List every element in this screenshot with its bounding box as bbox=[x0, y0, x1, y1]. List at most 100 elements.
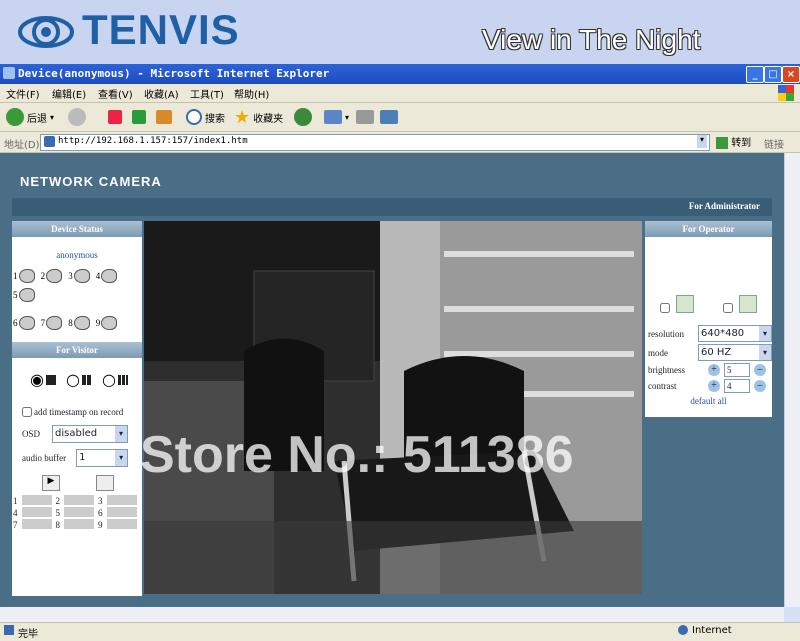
grid-slot[interactable] bbox=[106, 495, 137, 505]
horizontal-scrollbar[interactable] bbox=[0, 607, 784, 622]
minimize-button[interactable]: _ bbox=[746, 66, 764, 83]
single-view-icon bbox=[45, 375, 56, 385]
go-label: 转到 bbox=[731, 138, 752, 149]
links-button[interactable]: 链接 bbox=[764, 136, 784, 151]
camera-3[interactable]: 3 bbox=[68, 269, 90, 283]
layout-quad-option[interactable]: ○ bbox=[66, 370, 92, 389]
flip-checkbox[interactable] bbox=[659, 303, 670, 313]
grid-slot[interactable] bbox=[64, 495, 94, 505]
grid-slot[interactable] bbox=[21, 519, 52, 529]
default-all-link[interactable]: default all bbox=[645, 396, 772, 406]
camera-number: 7 bbox=[40, 318, 46, 328]
home-button[interactable] bbox=[156, 105, 172, 129]
address-label: 地址(D) bbox=[4, 140, 40, 151]
menu-favorites[interactable]: 收藏(A) bbox=[144, 86, 179, 101]
grid-label: 1 bbox=[13, 496, 18, 506]
mail-button[interactable]: ▾ bbox=[324, 105, 349, 129]
camera-icon bbox=[18, 269, 35, 283]
minus-icon[interactable]: – bbox=[754, 364, 766, 376]
audio-row: audio buffer 1 ▾ bbox=[22, 449, 142, 467]
home-icon bbox=[156, 110, 172, 124]
back-button[interactable]: 后退 ▾ bbox=[6, 105, 54, 129]
camera-video-feed[interactable] bbox=[144, 221, 642, 594]
menu-view[interactable]: 查看(V) bbox=[98, 86, 133, 101]
grid-slot[interactable] bbox=[64, 507, 94, 517]
contrast-value[interactable]: 4 bbox=[724, 379, 750, 393]
layout-nine-option[interactable]: ○ bbox=[102, 370, 128, 389]
camera-icon bbox=[18, 316, 35, 330]
store-watermark: Store No.: 511386 bbox=[140, 426, 574, 484]
brightness-value[interactable]: 5 bbox=[724, 363, 750, 377]
grid-slot[interactable] bbox=[21, 507, 52, 517]
camera-list-row-2: 6 7 8 9 bbox=[13, 311, 142, 330]
menu-edit[interactable]: 编辑(E) bbox=[52, 86, 86, 101]
timestamp-checkbox[interactable] bbox=[22, 407, 32, 417]
grid-slot[interactable] bbox=[106, 507, 137, 517]
camera-9[interactable]: 9 bbox=[96, 316, 118, 330]
grid-label: 9 bbox=[98, 520, 103, 530]
maximize-button[interactable]: □ bbox=[764, 66, 782, 83]
camera-icon bbox=[73, 316, 90, 330]
page-done-icon bbox=[4, 625, 14, 635]
grid-slot[interactable] bbox=[106, 519, 137, 529]
forward-button[interactable] bbox=[68, 105, 86, 129]
mode-select[interactable]: 60 HZ ▾ bbox=[698, 344, 772, 361]
admin-link[interactable]: For Administrator bbox=[689, 201, 760, 211]
favorites-button[interactable]: ★ 收藏夹 bbox=[234, 105, 283, 129]
plus-icon[interactable]: + bbox=[708, 380, 720, 392]
grid-slot[interactable] bbox=[21, 495, 52, 505]
camera-icon bbox=[46, 269, 63, 283]
audio-buffer-select[interactable]: 1 ▾ bbox=[76, 449, 129, 467]
go-button[interactable]: 转到 bbox=[716, 134, 751, 149]
minus-icon[interactable]: – bbox=[754, 380, 766, 392]
play-icon[interactable]: ▶ bbox=[42, 475, 60, 491]
osd-value: disabled bbox=[55, 428, 98, 439]
brightness-row: brightness + 5 – bbox=[648, 363, 772, 377]
mode-row: mode 60 HZ ▾ bbox=[648, 344, 772, 361]
menu-file[interactable]: 文件(F) bbox=[6, 86, 40, 101]
stop-button[interactable] bbox=[108, 105, 122, 129]
camera-6[interactable]: 6 bbox=[13, 316, 35, 330]
audio-buffer-label: audio buffer bbox=[22, 453, 67, 463]
back-arrow-icon bbox=[6, 108, 24, 126]
camera-2[interactable]: 2 bbox=[41, 269, 63, 283]
osd-select[interactable]: disabled ▾ bbox=[52, 425, 129, 443]
menu-help[interactable]: 帮助(H) bbox=[234, 86, 269, 101]
resolution-select[interactable]: 640*480 ▾ bbox=[698, 325, 772, 342]
print-button[interactable] bbox=[356, 105, 374, 129]
plus-icon[interactable]: + bbox=[708, 364, 720, 376]
resolution-value: 640*480 bbox=[701, 328, 745, 339]
menu-tools[interactable]: 工具(T) bbox=[190, 86, 224, 101]
search-button[interactable]: 搜索 bbox=[186, 105, 225, 129]
history-button[interactable] bbox=[294, 105, 312, 129]
status-text: 完毕 bbox=[18, 629, 38, 640]
grid-slot[interactable] bbox=[64, 519, 94, 529]
camera-5[interactable]: 5 bbox=[13, 288, 35, 302]
mirror-option bbox=[723, 295, 758, 317]
camera-1[interactable]: 1 bbox=[13, 269, 35, 283]
layout-single-option[interactable]: ◉ bbox=[30, 370, 56, 389]
refresh-button[interactable] bbox=[132, 105, 146, 129]
camera-7[interactable]: 7 bbox=[41, 316, 63, 330]
camera-number: 2 bbox=[40, 271, 46, 281]
snapshot-camera-icon[interactable] bbox=[96, 475, 114, 491]
close-button[interactable]: × bbox=[782, 66, 800, 83]
grid-label: 7 bbox=[13, 520, 18, 530]
address-dropdown-icon[interactable]: ▾ bbox=[697, 135, 707, 148]
mirror-checkbox[interactable] bbox=[723, 303, 734, 313]
camera-4[interactable]: 4 bbox=[96, 269, 118, 283]
mail-icon bbox=[324, 110, 342, 124]
nine-view-icon bbox=[117, 375, 128, 385]
resolution-label: resolution bbox=[648, 328, 684, 339]
chevron-down-icon: ▾ bbox=[50, 112, 55, 122]
vertical-scrollbar[interactable] bbox=[784, 153, 800, 607]
search-label: 搜索 bbox=[205, 113, 225, 125]
left-panel: Device Status anonymous 1 2 3 4 5 6 7 8 … bbox=[12, 221, 142, 596]
edit-button[interactable] bbox=[380, 105, 398, 129]
camera-8[interactable]: 8 bbox=[68, 316, 90, 330]
quad-view-icon bbox=[81, 375, 92, 385]
security-zone: Internet bbox=[692, 625, 732, 636]
back-label: 后退 bbox=[27, 113, 47, 125]
camera-number: 5 bbox=[13, 290, 18, 300]
osd-row: OSD disabled ▾ bbox=[22, 425, 142, 443]
